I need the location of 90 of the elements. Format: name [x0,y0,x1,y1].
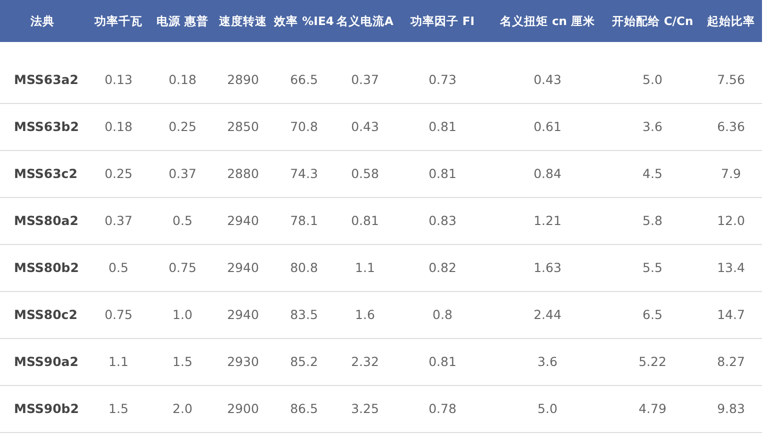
table-cell: MSS63c2 [14,166,78,181]
table-cell: 78.1 [290,213,318,228]
table-cell: 1.0 [172,307,192,322]
table-cell: 0.25 [168,119,196,134]
column-header: 速度转速 [219,14,267,28]
column-header: 法典 [30,14,54,28]
table-cell: 74.3 [290,166,318,181]
table-cell: 0.73 [428,72,456,87]
table-cell: 0.81 [351,213,379,228]
table-cell: 1.6 [355,307,375,322]
table-cell: 0.5 [108,260,128,275]
table-cell: 6.5 [642,307,662,322]
table-cell: 0.8 [432,307,452,322]
table-cell: 2890 [227,72,259,87]
table-cell: 2850 [227,119,259,134]
table-cell: 12.0 [717,213,745,228]
column-header: 功率因子 FI [410,14,475,28]
table-cell: 8.27 [717,354,745,369]
table-cell: MSS63b2 [14,119,79,134]
table-cell: 0.58 [351,166,379,181]
table-cell: 2880 [227,166,259,181]
table-cell: 1.5 [172,354,192,369]
table-cell: 0.37 [104,213,132,228]
table-cell: 2.44 [534,307,562,322]
table-cell: 83.5 [290,307,318,322]
table-cell: 0.37 [351,72,379,87]
table-cell: 0.75 [104,307,132,322]
column-header: 效率 %IE4 [274,14,334,28]
table-cell: 0.75 [168,260,196,275]
table-cell: 7.9 [721,166,741,181]
table-cell: MSS90a2 [14,354,78,369]
column-header: 功率千瓦 [94,14,142,28]
table-cell: 2.0 [172,401,192,416]
column-header: 名义电流A [336,14,394,28]
table-cell: 0.43 [351,119,379,134]
table-cell: 0.18 [104,119,132,134]
table-cell: 2930 [227,354,259,369]
table-cell: 1.1 [108,354,128,369]
table-cell: 3.25 [351,401,379,416]
table-cell: 0.81 [428,119,456,134]
column-header: 名义扭矩 cn 厘米 [500,14,595,28]
table-cell: 0.43 [534,72,562,87]
table-cell: 85.2 [290,354,318,369]
table-cell: 3.6 [642,119,662,134]
table-cell: 4.5 [642,166,662,181]
table-cell: 5.0 [538,401,558,416]
table-cell: 0.18 [168,72,196,87]
table-cell: 1.63 [534,260,562,275]
table-cell: MSS80a2 [14,213,78,228]
table-cell: MSS80c2 [14,307,78,322]
table-cell: 2.32 [351,354,379,369]
table-cell: 86.5 [290,401,318,416]
table-cell: 1.5 [108,401,128,416]
table-cell: 5.8 [642,213,662,228]
table-cell: 5.0 [642,72,662,87]
table-cell: 0.82 [428,260,456,275]
table-cell: 0.81 [428,354,456,369]
table-cell: 4.79 [638,401,666,416]
table-cell: 1.1 [355,260,375,275]
table-cell: 6.36 [717,119,745,134]
table-cell: 0.5 [172,213,192,228]
table-cell: 0.81 [428,166,456,181]
table-cell: 0.25 [104,166,132,181]
table-cell: 3.6 [538,354,558,369]
table-cell: 0.84 [534,166,562,181]
table-cell: 0.83 [428,213,456,228]
table-cell: MSS63a2 [14,72,78,87]
table-cell: 2940 [227,307,259,322]
table-cell: 2900 [227,401,259,416]
table-cell: 80.8 [290,260,318,275]
column-header: 开始配给 C/Cn [612,14,694,28]
table-cell: 0.13 [104,72,132,87]
table-cell: 2940 [227,213,259,228]
column-header: 电源 惠普 [156,14,208,28]
table-cell: MSS80b2 [14,260,79,275]
column-header: 起始比率 [707,14,755,28]
table-cell: 70.8 [290,119,318,134]
table-cell: 5.5 [642,260,662,275]
table-cell: 0.37 [168,166,196,181]
table-cell: 14.7 [717,307,745,322]
table-cell: 2940 [227,260,259,275]
table-cell: 66.5 [290,72,318,87]
table-cell: MSS90b2 [14,401,79,416]
table-cell: 5.22 [638,354,666,369]
table-cell: 9.83 [717,401,745,416]
table-cell: 7.56 [717,72,745,87]
table-cell: 1.21 [534,213,562,228]
table-cell: 13.4 [717,260,745,275]
table-cell: 0.78 [428,401,456,416]
table-cell: 0.61 [534,119,562,134]
